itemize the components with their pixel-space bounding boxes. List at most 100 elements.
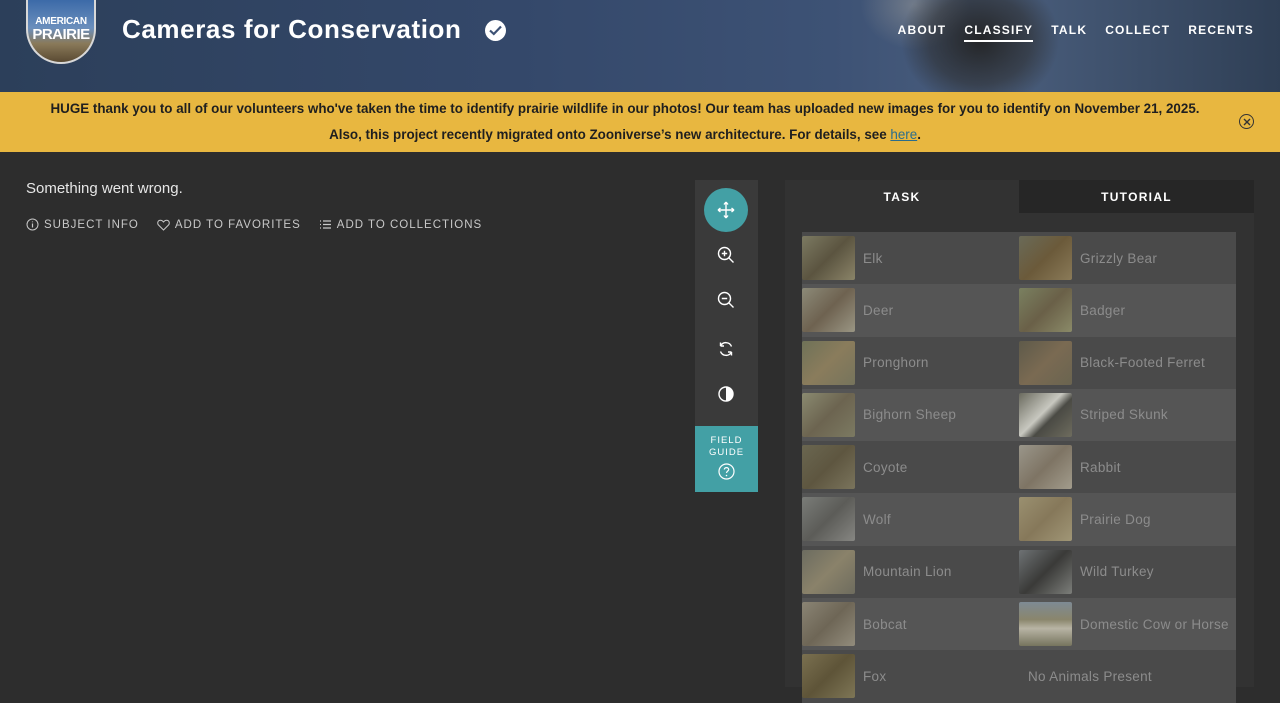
choice-domestic-cow-or-horse[interactable]: Domestic Cow or Horse bbox=[1019, 598, 1236, 650]
zoom-in-icon bbox=[717, 246, 734, 263]
choice-wild-turkey[interactable]: Wild Turkey bbox=[1019, 546, 1236, 598]
choice-label: Wolf bbox=[863, 511, 891, 527]
project-nav: ABOUT CLASSIFY TALK COLLECT RECENTS bbox=[898, 23, 1254, 42]
choice-label: Prairie Dog bbox=[1080, 511, 1151, 527]
choice-row: Wolf Prairie Dog bbox=[802, 493, 1236, 546]
choice-label: Coyote bbox=[863, 459, 908, 475]
coyote-thumbnail bbox=[802, 445, 855, 490]
choice-label: Striped Skunk bbox=[1080, 407, 1168, 423]
prairie-dog-thumbnail bbox=[1019, 497, 1072, 542]
rotate-button[interactable] bbox=[704, 327, 748, 371]
banner-line1: HUGE thank you to all of our volunteers … bbox=[50, 101, 1200, 116]
subject-meta-actions: SUBJECT INFO ADD TO FAVORITES ADD TO COL… bbox=[26, 218, 482, 231]
pronghorn-thumbnail bbox=[802, 340, 855, 385]
choice-no-animals-present[interactable]: No Animals Present bbox=[1028, 650, 1245, 702]
tab-tutorial[interactable]: TUTORIAL bbox=[1019, 180, 1254, 213]
choice-label: Mountain Lion bbox=[863, 564, 952, 580]
tab-task[interactable]: TASK bbox=[785, 180, 1019, 213]
subject-error-message: Something went wrong. bbox=[26, 180, 183, 197]
fox-thumbnail bbox=[802, 654, 855, 699]
choice-label: Black-Footed Ferret bbox=[1080, 355, 1205, 371]
verified-check-icon bbox=[485, 20, 506, 41]
striped-skunk-thumbnail bbox=[1019, 392, 1072, 437]
contrast-icon bbox=[718, 386, 734, 402]
bighorn-sheep-thumbnail bbox=[802, 392, 855, 437]
field-guide-label-2: GUIDE bbox=[708, 447, 745, 458]
choice-wolf[interactable]: Wolf bbox=[802, 493, 1019, 545]
choice-label: Bighorn Sheep bbox=[863, 407, 957, 423]
project-title[interactable]: Cameras for Conservation bbox=[122, 14, 462, 45]
invert-colors-button[interactable] bbox=[704, 372, 748, 416]
nav-recents[interactable]: RECENTS bbox=[1188, 23, 1254, 42]
choice-bobcat[interactable]: Bobcat bbox=[802, 598, 1019, 650]
subject-info-label: SUBJECT INFO bbox=[44, 218, 139, 231]
nav-collect[interactable]: COLLECT bbox=[1105, 23, 1170, 42]
choice-row: Mountain Lion Wild Turkey bbox=[802, 545, 1236, 599]
subject-info-button[interactable]: SUBJECT INFO bbox=[26, 218, 139, 231]
choice-row: Pronghorn Black-Footed Ferret bbox=[802, 336, 1236, 389]
choice-label: Elk bbox=[863, 250, 883, 266]
choice-label: Wild Turkey bbox=[1080, 564, 1154, 580]
choice-row: Elk Grizzly Bear bbox=[802, 232, 1236, 285]
domestic-cow-or-horse-thumbnail bbox=[1019, 602, 1072, 647]
choice-row: Bighorn Sheep Striped Skunk bbox=[802, 388, 1236, 442]
choice-pronghorn[interactable]: Pronghorn bbox=[802, 337, 1019, 389]
nav-about[interactable]: ABOUT bbox=[898, 23, 947, 42]
choice-fox[interactable]: Fox bbox=[802, 650, 1019, 702]
field-guide-label-1: FIELD bbox=[710, 435, 743, 446]
mountain-lion-thumbnail bbox=[802, 549, 855, 594]
choice-deer[interactable]: Deer bbox=[802, 284, 1019, 336]
field-guide-button[interactable]: FIELD GUIDE bbox=[695, 426, 758, 492]
elk-thumbnail bbox=[802, 236, 855, 280]
choice-coyote[interactable]: Coyote bbox=[802, 441, 1019, 493]
choice-label: Bobcat bbox=[863, 616, 907, 632]
choice-mountain-lion[interactable]: Mountain Lion bbox=[802, 546, 1019, 598]
zoom-out-button[interactable] bbox=[704, 278, 748, 322]
choice-grizzly-bear[interactable]: Grizzly Bear bbox=[1019, 232, 1236, 284]
choice-label: Grizzly Bear bbox=[1080, 250, 1158, 266]
choice-badger[interactable]: Badger bbox=[1019, 284, 1236, 336]
move-tool-button[interactable] bbox=[704, 188, 748, 232]
choice-prairie-dog[interactable]: Prairie Dog bbox=[1019, 493, 1236, 545]
help-icon bbox=[718, 463, 735, 480]
choice-row: Coyote Rabbit bbox=[802, 441, 1236, 494]
choice-label: Rabbit bbox=[1080, 459, 1121, 475]
choice-bighorn-sheep[interactable]: Bighorn Sheep bbox=[802, 389, 1019, 441]
banner-line2: Also, this project recently migrated ont… bbox=[0, 127, 1250, 142]
choice-label: Fox bbox=[863, 668, 887, 684]
add-to-favorites-button[interactable]: ADD TO FAVORITES bbox=[157, 219, 301, 231]
choice-elk[interactable]: Elk bbox=[802, 232, 1019, 284]
wolf-thumbnail bbox=[802, 497, 855, 542]
choice-label: Domestic Cow or Horse bbox=[1080, 616, 1229, 632]
task-tabs: TASK TUTORIAL bbox=[785, 180, 1254, 213]
add-to-favorites-label: ADD TO FAVORITES bbox=[174, 218, 301, 231]
choice-grid: Elk Grizzly Bear Deer Badger Pronghorn B… bbox=[802, 232, 1236, 703]
rabbit-thumbnail bbox=[1019, 445, 1072, 490]
choice-black-footed-ferret[interactable]: Black-Footed Ferret bbox=[1019, 337, 1236, 389]
choice-row: Deer Badger bbox=[802, 284, 1236, 337]
announcement-banner: HUGE thank you to all of our volunteers … bbox=[0, 92, 1280, 152]
banner-details-link[interactable]: here bbox=[890, 127, 917, 142]
heart-icon bbox=[157, 219, 170, 231]
banner-line2-suffix: . bbox=[917, 127, 921, 142]
add-to-collections-button[interactable]: ADD TO COLLECTIONS bbox=[319, 219, 482, 231]
choice-row: Fox No Animals Present bbox=[802, 650, 1236, 703]
badger-thumbnail bbox=[1019, 288, 1072, 333]
choice-row: Bobcat Domestic Cow or Horse bbox=[802, 598, 1236, 651]
nav-talk[interactable]: TALK bbox=[1051, 23, 1087, 42]
add-to-collections-label: ADD TO COLLECTIONS bbox=[336, 218, 483, 231]
info-icon bbox=[26, 218, 39, 231]
choice-label: Pronghorn bbox=[863, 355, 929, 371]
zoom-in-button[interactable] bbox=[704, 233, 748, 277]
bobcat-thumbnail bbox=[802, 602, 855, 647]
banner-close-icon[interactable] bbox=[1239, 114, 1254, 129]
choice-rabbit[interactable]: Rabbit bbox=[1019, 441, 1236, 493]
choice-striped-skunk[interactable]: Striped Skunk bbox=[1019, 389, 1236, 441]
rotate-icon bbox=[719, 341, 733, 357]
zoom-out-icon bbox=[717, 291, 734, 308]
logo-text-line2: PRAIRIE bbox=[32, 26, 90, 43]
move-icon bbox=[717, 201, 735, 219]
nav-classify[interactable]: CLASSIFY bbox=[964, 23, 1034, 42]
image-toolbar bbox=[695, 180, 758, 428]
header-bird-image bbox=[900, 0, 1060, 92]
